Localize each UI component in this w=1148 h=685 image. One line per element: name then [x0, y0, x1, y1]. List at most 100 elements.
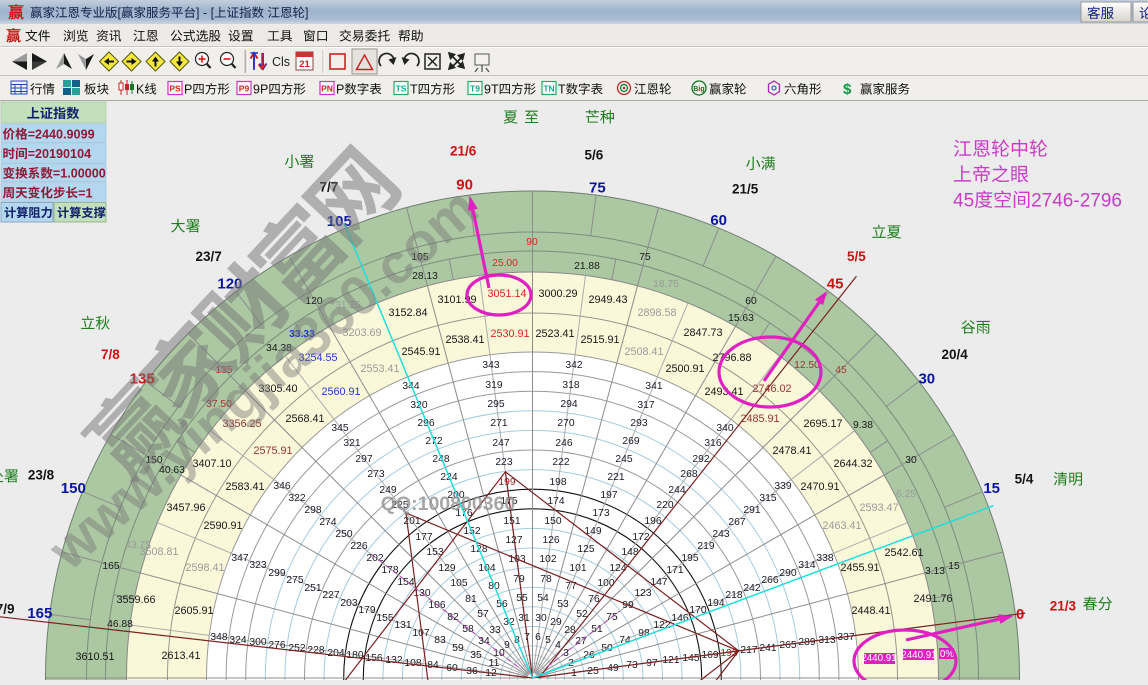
svg-text:59: 59 [452, 643, 464, 654]
svg-text:[: [ [118, 6, 122, 20]
svg-text:54: 54 [537, 593, 549, 604]
svg-text:7/9: 7/9 [0, 602, 14, 617]
svg-text:165: 165 [27, 605, 52, 622]
svg-text:TN: TN [543, 84, 554, 94]
svg-text:6: 6 [535, 632, 541, 643]
svg-text:203: 203 [340, 598, 357, 609]
svg-text:274: 274 [319, 517, 336, 528]
svg-text:3559.66: 3559.66 [116, 594, 155, 606]
svg-text:46.88: 46.88 [107, 619, 133, 630]
svg-text:12.50: 12.50 [794, 360, 820, 371]
svg-text:150: 150 [544, 516, 561, 527]
svg-text:2898.58: 2898.58 [637, 307, 676, 319]
svg-text:165: 165 [102, 561, 119, 572]
svg-text:9: 9 [504, 640, 510, 651]
svg-text:245: 245 [615, 454, 632, 465]
svg-text:2440.91: 2440.91 [861, 653, 896, 664]
svg-text:2796.88: 2796.88 [712, 352, 751, 364]
svg-text:318: 318 [562, 380, 579, 391]
svg-text:21/3: 21/3 [1050, 599, 1077, 614]
svg-text:155: 155 [376, 613, 393, 624]
svg-text:5/5: 5/5 [847, 249, 866, 264]
svg-text:30: 30 [535, 613, 547, 624]
svg-text:] - [: ] - [ [196, 6, 215, 20]
svg-text:15: 15 [983, 480, 1000, 497]
svg-text:P9: P9 [239, 84, 250, 94]
svg-text:75: 75 [639, 252, 651, 263]
svg-text:339: 339 [774, 481, 791, 492]
svg-text:126: 126 [542, 535, 559, 546]
svg-text:2695.17: 2695.17 [803, 418, 842, 430]
svg-text:4: 4 [555, 640, 561, 651]
svg-text:197: 197 [600, 490, 617, 501]
svg-text:21/6: 21/6 [450, 144, 477, 159]
svg-text:2644.32: 2644.32 [833, 458, 872, 470]
svg-text:243: 243 [712, 529, 729, 540]
svg-text:223: 223 [495, 457, 512, 468]
svg-text:57: 57 [477, 609, 489, 620]
svg-text:149: 149 [584, 526, 601, 537]
svg-text:105: 105 [450, 578, 467, 589]
svg-text:198: 198 [549, 477, 566, 488]
svg-text:2508.41: 2508.41 [624, 346, 663, 358]
svg-text:341: 341 [645, 381, 662, 392]
svg-text:268: 268 [680, 469, 697, 480]
svg-text:33: 33 [489, 625, 501, 636]
svg-text:290: 290 [779, 568, 796, 579]
svg-text:7/8: 7/8 [101, 347, 120, 362]
svg-text:2470.91: 2470.91 [800, 481, 839, 493]
svg-text:101: 101 [569, 563, 586, 574]
svg-text:267: 267 [728, 517, 745, 528]
svg-text:84: 84 [427, 660, 439, 671]
svg-text:78: 78 [540, 574, 552, 585]
svg-text:18.75: 18.75 [653, 279, 679, 290]
svg-text:3152.84: 3152.84 [388, 307, 427, 319]
svg-text:292: 292 [692, 454, 709, 465]
svg-text:45: 45 [827, 276, 844, 293]
svg-text:291: 291 [743, 505, 760, 516]
svg-text:2530.91: 2530.91 [490, 328, 529, 340]
svg-text:29: 29 [550, 617, 562, 628]
svg-text:340: 340 [716, 423, 733, 434]
svg-text:45: 45 [953, 191, 974, 212]
svg-text:177: 177 [415, 532, 432, 543]
svg-text:Cls: Cls [272, 55, 290, 69]
svg-text:250: 250 [335, 529, 352, 540]
svg-text:100: 100 [597, 578, 614, 589]
svg-text:83: 83 [434, 635, 446, 646]
svg-text:2500.91: 2500.91 [665, 363, 704, 375]
svg-text:123: 123 [634, 588, 651, 599]
svg-text:2491.76: 2491.76 [913, 593, 952, 605]
svg-text:2568.41: 2568.41 [285, 413, 324, 425]
svg-text:319: 319 [485, 380, 502, 391]
svg-text:51: 51 [591, 624, 603, 635]
svg-text:251: 251 [304, 583, 321, 594]
svg-text:9P: 9P [253, 83, 268, 97]
svg-text:241: 241 [759, 643, 776, 654]
svg-text:23/7: 23/7 [195, 249, 221, 264]
svg-text:323: 323 [249, 560, 266, 571]
svg-text:218: 218 [725, 590, 742, 601]
svg-text:317: 317 [637, 400, 654, 411]
svg-text:2949.43: 2949.43 [588, 294, 627, 306]
svg-text:179: 179 [358, 605, 375, 616]
svg-text:221: 221 [607, 472, 624, 483]
svg-text:219: 219 [697, 541, 714, 552]
svg-text:2575.91: 2575.91 [253, 445, 292, 457]
svg-text:T: T [558, 83, 566, 97]
svg-text:P: P [184, 83, 192, 97]
svg-text:35: 35 [470, 650, 482, 661]
svg-text:2598.41: 2598.41 [185, 562, 224, 574]
svg-text:30: 30 [918, 370, 935, 387]
svg-text:342: 342 [565, 360, 582, 371]
svg-text:T: T [410, 83, 418, 97]
svg-text:171: 171 [666, 565, 683, 576]
svg-text:81: 81 [465, 594, 477, 605]
svg-text:45: 45 [835, 365, 847, 376]
svg-text:147: 147 [650, 577, 667, 588]
svg-text:173: 173 [592, 508, 609, 519]
svg-text:]: ] [305, 6, 308, 20]
svg-text:58: 58 [462, 624, 474, 635]
svg-text:QQ:100800360: QQ:100800360 [381, 493, 516, 515]
svg-text:23/8: 23/8 [28, 467, 55, 482]
